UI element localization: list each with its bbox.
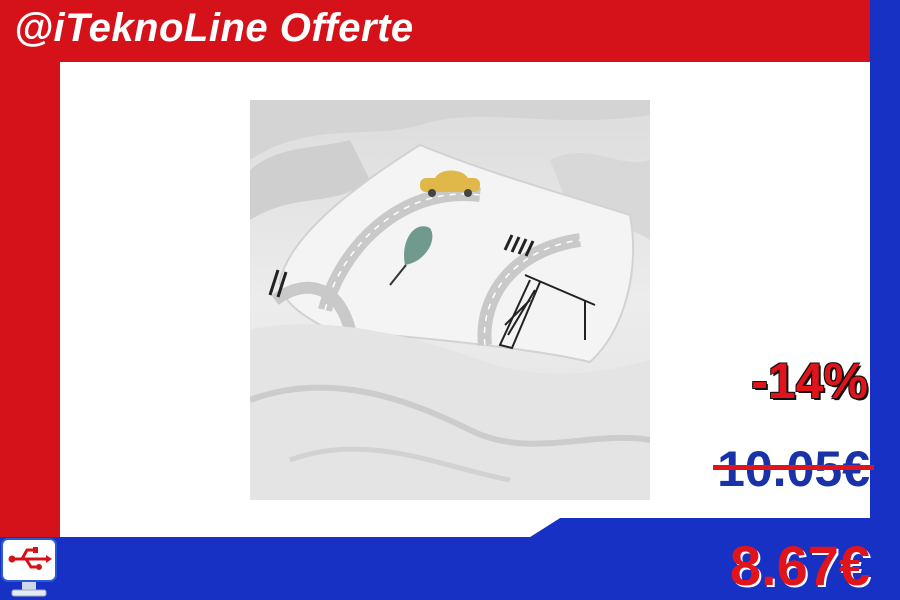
old-price: 10.05€ xyxy=(713,440,874,498)
discount-badge: -14% xyxy=(751,353,868,409)
brand-title: @iTeknoLine Offerte xyxy=(14,6,414,50)
strikethrough-line xyxy=(713,465,874,470)
product-image[interactable] xyxy=(250,100,650,500)
usb-monitor-icon xyxy=(1,538,57,597)
new-price: 8.67€ xyxy=(729,534,870,597)
